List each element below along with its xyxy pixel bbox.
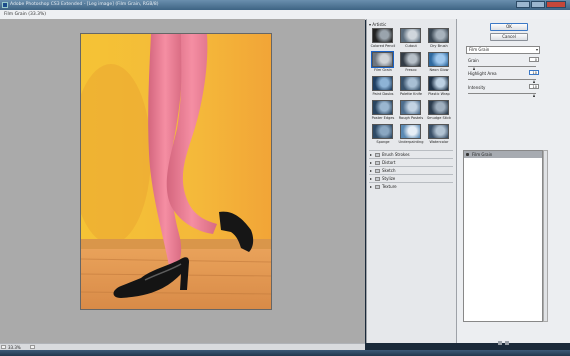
filter-thumbnail-label: Fresco: [405, 68, 417, 72]
filter-select[interactable]: Film Grain ▾: [466, 46, 540, 54]
filter-thumbnail-label: Plastic Wrap: [428, 92, 450, 96]
filter-select-value: Film Grain: [469, 47, 490, 52]
grain-slider[interactable]: [468, 66, 536, 70]
filter-thumbnail[interactable]: [372, 76, 393, 91]
zoom-menu-button[interactable]: [30, 345, 35, 349]
category-artistic[interactable]: ▾ Artistic: [369, 22, 386, 27]
delete-layer-icon[interactable]: [505, 341, 509, 345]
folder-icon: [375, 184, 380, 189]
zoom-out-button[interactable]: [1, 345, 6, 349]
folder-icon: [375, 160, 380, 165]
filter-thumbnail-label: Sponge: [376, 140, 390, 144]
filter-thumbnail[interactable]: [400, 52, 421, 67]
ok-button[interactable]: OK: [490, 23, 528, 31]
filter-thumbnail[interactable]: [400, 76, 421, 91]
folder-icon: [375, 152, 380, 157]
grain-label: Grain: [468, 58, 479, 63]
filter-thumbnail[interactable]: [428, 124, 449, 139]
category-artistic-label: Artistic: [372, 22, 387, 27]
filter-thumbnail[interactable]: [400, 100, 421, 115]
effect-layers-list: Film Grain: [463, 150, 543, 322]
category-brush-strokes[interactable]: ▸ Brush Strokes: [369, 150, 453, 158]
filter-thumbnail-label: Rough Pastels: [398, 116, 424, 120]
highlight-area-value-input[interactable]: 10: [529, 70, 539, 75]
folder-icon: [375, 176, 380, 181]
effect-layer-row[interactable]: Film Grain: [464, 151, 542, 158]
document-title: Film Grain (33.3%): [4, 12, 47, 17]
category-texture[interactable]: ▸ Texture: [369, 182, 453, 190]
folder-icon: [375, 168, 380, 173]
highlight-area-label: Highlight Area: [468, 71, 497, 76]
filter-thumbnail-label: Watercolor: [429, 140, 449, 144]
intensity-label: Intensity: [468, 85, 486, 90]
filter-thumbnail-label: Underpainting: [398, 140, 424, 144]
filter-thumbnail-label: Neon Glow: [429, 68, 449, 72]
filter-thumbnail-label: Cutout: [405, 44, 417, 48]
intensity-value-input[interactable]: 10: [529, 84, 539, 89]
filter-thumbnail[interactable]: [371, 51, 394, 68]
taskbar: [0, 350, 570, 356]
title-bar: Adobe Photoshop CS3 Extended - [Leg imag…: [0, 0, 570, 10]
filter-thumbnail-label: Palette Knife: [399, 92, 423, 96]
filter-thumbnail-label: Dry Brush: [430, 44, 448, 48]
window-controls: [516, 1, 566, 8]
preview-image[interactable]: [80, 33, 272, 310]
chevron-down-icon: ▾: [535, 47, 538, 52]
category-stylize[interactable]: ▸ Stylize: [369, 174, 453, 182]
filter-thumbnail-label: Film Grain: [374, 68, 392, 72]
layer-actions: [498, 341, 509, 345]
filter-thumbnail[interactable]: [372, 28, 393, 43]
highlight-area-slider[interactable]: [468, 79, 536, 83]
effect-layer-name: Film Grain: [472, 152, 493, 157]
maximize-button[interactable]: [531, 1, 545, 8]
layers-scrollbar[interactable]: [543, 150, 548, 322]
filter-thumbnail[interactable]: [428, 100, 449, 115]
photoshop-app-icon: [2, 2, 8, 8]
filter-thumbnail[interactable]: [428, 76, 449, 91]
category-distort[interactable]: ▸ Distort: [369, 158, 453, 166]
highlight-area-slider-knob[interactable]: [533, 80, 536, 83]
filter-thumbnail[interactable]: [400, 124, 421, 139]
filter-thumbnail[interactable]: [428, 28, 449, 43]
filter-thumbnail-label: Poster Edges: [371, 116, 395, 120]
grain-slider-knob[interactable]: [473, 67, 476, 70]
new-layer-icon[interactable]: [498, 341, 502, 345]
filter-thumbnail[interactable]: [428, 52, 449, 67]
intensity-slider-knob[interactable]: [533, 94, 536, 97]
grain-value-input[interactable]: 0: [529, 57, 539, 62]
cancel-button[interactable]: Cancel: [490, 33, 528, 41]
filter-thumbnail-label: Paint Daubs: [372, 92, 394, 96]
window-title: Adobe Photoshop CS3 Extended - [Leg imag…: [10, 2, 159, 7]
intensity-slider[interactable]: [468, 93, 536, 97]
close-button[interactable]: [546, 1, 566, 8]
filter-thumbnail[interactable]: [372, 124, 393, 139]
filter-thumbnail-label: Smudge Stick: [426, 116, 452, 120]
legs-photo: [81, 34, 271, 309]
minimize-button[interactable]: [516, 1, 530, 8]
filter-thumbnail[interactable]: [372, 100, 393, 115]
filter-thumbnail[interactable]: [400, 28, 421, 43]
filter-thumbnail-label: Colored Pencil: [370, 44, 396, 48]
category-sketch[interactable]: ▸ Sketch: [369, 166, 453, 174]
eye-icon[interactable]: [466, 153, 469, 156]
